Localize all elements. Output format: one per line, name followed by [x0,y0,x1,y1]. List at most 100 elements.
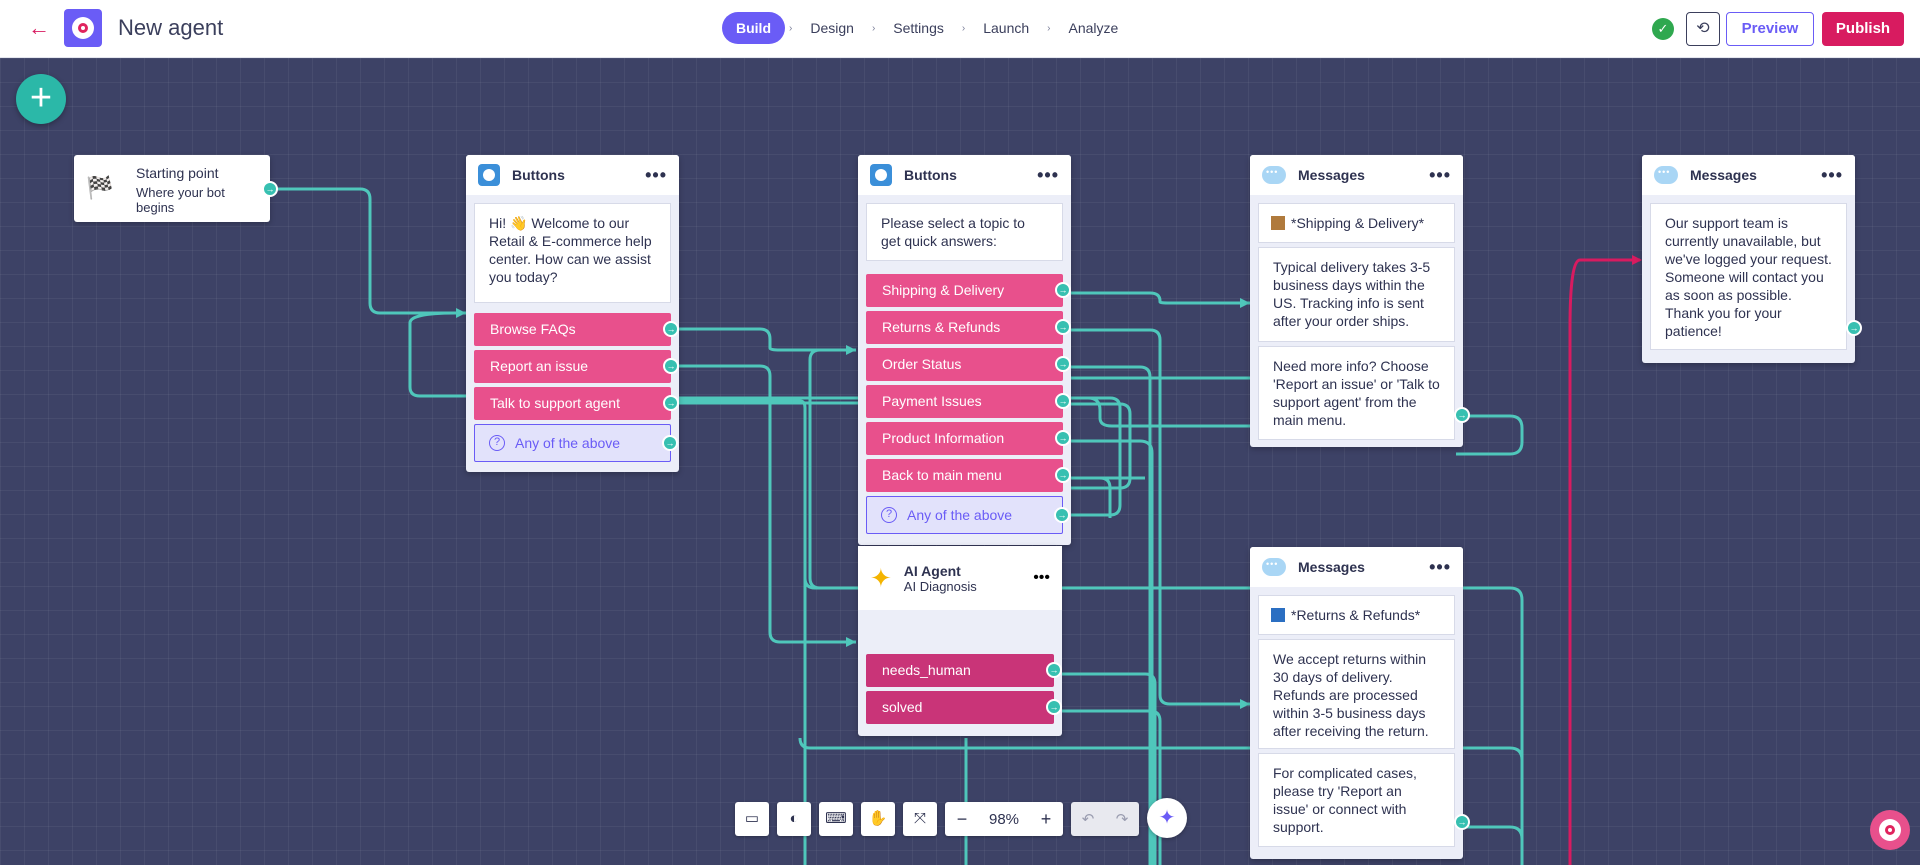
output-port[interactable]: → [1055,282,1071,298]
message-text: Typical delivery takes 3-5 business days… [1258,247,1455,342]
chat-bubble-icon [1262,558,1286,576]
messages-node-shipping[interactable]: Messages ••• *Shipping & Delivery* Typic… [1250,155,1470,447]
ai-agent-node[interactable]: ✦ AI Agent AI Diagnosis ••• needs_human →… [858,546,1062,736]
tab-launch[interactable]: Launch [969,12,1043,44]
tab-design[interactable]: Design [796,12,868,44]
fit-view-icon[interactable]: ⤧ [903,802,937,836]
node-header: Messages ••• [1642,155,1855,195]
output-port[interactable]: → [262,181,278,197]
option-button[interactable]: Shipping & Delivery → [866,274,1071,307]
publish-button[interactable]: Publish [1822,12,1904,46]
history-icon[interactable]: ⟲ [1686,12,1720,46]
message-heading: *Shipping & Delivery* [1258,203,1455,243]
more-options-icon[interactable]: ••• [1429,165,1451,186]
more-options-icon[interactable]: ••• [1037,165,1059,186]
package-icon [1271,216,1285,230]
tab-settings[interactable]: Settings [879,12,958,44]
paragraph-text: Our support team is currently unavailabl… [1665,215,1832,339]
start-node-title: Starting point [136,165,219,181]
undo-icon[interactable]: ↶ [1071,810,1105,828]
fallback-label: Any of the above [907,507,1013,523]
option-button[interactable]: Product Information → [866,422,1071,455]
outcome-label: solved [882,699,923,715]
paragraph-text: For complicated cases, please try 'Repor… [1273,765,1417,835]
heading-text: *Returns & Refunds* [1291,607,1421,623]
option-button[interactable]: Browse FAQs → [474,313,679,346]
option-label: Browse FAQs [490,321,576,337]
message-text: For complicated cases, please try 'Repor… [1258,753,1470,847]
back-arrow-icon[interactable]: ← [28,17,52,41]
node-header: Messages ••• [1250,155,1463,195]
zoom-out-button[interactable]: − [945,809,979,830]
option-button[interactable]: Report an issue → [474,350,679,383]
message-text: Hi! 👋 Welcome to our Retail & E-commerce… [474,203,671,303]
option-label: Returns & Refunds [882,319,1001,335]
page-title[interactable]: New agent [118,15,223,41]
contrast-icon[interactable]: ◐ [777,802,811,836]
output-port[interactable]: → [662,435,678,451]
messages-node-unavailable[interactable]: Messages ••• Our support team is current… [1642,155,1862,363]
fallback-option[interactable]: ? Any of the above → [474,424,678,462]
more-options-icon[interactable]: ••• [1429,557,1451,578]
message-text: We accept returns within 30 days of deli… [1258,639,1455,749]
chevron-right-icon: › [1047,22,1051,34]
buttons-node-topics[interactable]: Buttons ••• Please select a topic to get… [858,155,1071,545]
chat-bubble-icon [1654,166,1678,184]
check-icon: ✓ [1652,18,1674,40]
option-button[interactable]: Order Status → [866,348,1071,381]
message-text: Our support team is currently unavailabl… [1650,203,1862,350]
output-port[interactable]: → [1046,662,1062,678]
option-button[interactable]: Back to main menu → [866,459,1071,492]
canvas-toolbar: ▭ ◐ ⌨ ✋ ⤧ − 98% + ↶ ↷ [735,802,1139,836]
question-icon: ? [881,507,897,523]
outcome-button[interactable]: solved → [866,691,1062,724]
ai-agent-body [858,610,1062,650]
flow-canvas[interactable]: + 🏁 Starting point Where your bot begins… [0,58,1920,865]
option-button[interactable]: Payment Issues → [866,385,1071,418]
id-card-icon[interactable]: ▭ [735,802,769,836]
output-port[interactable]: → [1046,699,1062,715]
hand-icon[interactable]: ✋ [861,802,895,836]
option-button[interactable]: Talk to support agent → [474,387,679,420]
option-label: Report an issue [490,358,589,374]
output-port[interactable]: → [1055,393,1071,409]
more-options-icon[interactable]: ••• [1033,569,1050,587]
top-bar: ← New agent Build › Design › Settings › … [0,0,1920,58]
output-port[interactable]: → [1054,507,1070,523]
option-label: Talk to support agent [490,395,620,411]
output-port[interactable]: → [1454,407,1470,423]
output-port[interactable]: → [663,358,679,374]
option-button[interactable]: Returns & Refunds → [866,311,1071,344]
redo-icon[interactable]: ↷ [1105,810,1139,828]
outcome-button[interactable]: needs_human → [866,654,1062,687]
option-label: Payment Issues [882,393,982,409]
ai-magic-sparkle-icon[interactable]: ✦ [1147,798,1187,838]
output-port[interactable]: → [1055,356,1071,372]
keyboard-icon[interactable]: ⌨ [819,802,853,836]
refresh-icon [1271,608,1285,622]
checkered-flag-icon: 🏁 [86,175,114,200]
tab-analyze[interactable]: Analyze [1055,12,1133,44]
buttons-node-main-menu[interactable]: Buttons ••• Hi! 👋 Welcome to our Retail … [466,155,679,472]
preview-button[interactable]: Preview [1726,12,1814,46]
add-node-button[interactable]: + [16,74,66,124]
node-header: Buttons ••• [466,155,679,195]
zoom-in-button[interactable]: + [1029,809,1063,830]
output-port[interactable]: → [1055,319,1071,335]
more-options-icon[interactable]: ••• [645,165,667,186]
output-port[interactable]: → [1055,467,1071,483]
chat-widget-icon[interactable] [1870,810,1910,850]
tab-build[interactable]: Build [722,12,785,44]
fallback-option[interactable]: ? Any of the above → [866,496,1070,534]
output-port[interactable]: → [663,321,679,337]
more-options-icon[interactable]: ••• [1821,165,1843,186]
node-title: Messages [1298,167,1365,183]
start-node[interactable]: 🏁 Starting point Where your bot begins → [74,155,278,222]
output-port[interactable]: → [1454,814,1470,830]
messages-node-returns[interactable]: Messages ••• *Returns & Refunds* We acce… [1250,547,1470,859]
output-port[interactable]: → [1846,320,1862,336]
output-port[interactable]: → [663,395,679,411]
node-titles: AI Agent AI Diagnosis [904,563,1033,594]
output-port[interactable]: → [1055,430,1071,446]
message-heading: *Returns & Refunds* [1258,595,1455,635]
